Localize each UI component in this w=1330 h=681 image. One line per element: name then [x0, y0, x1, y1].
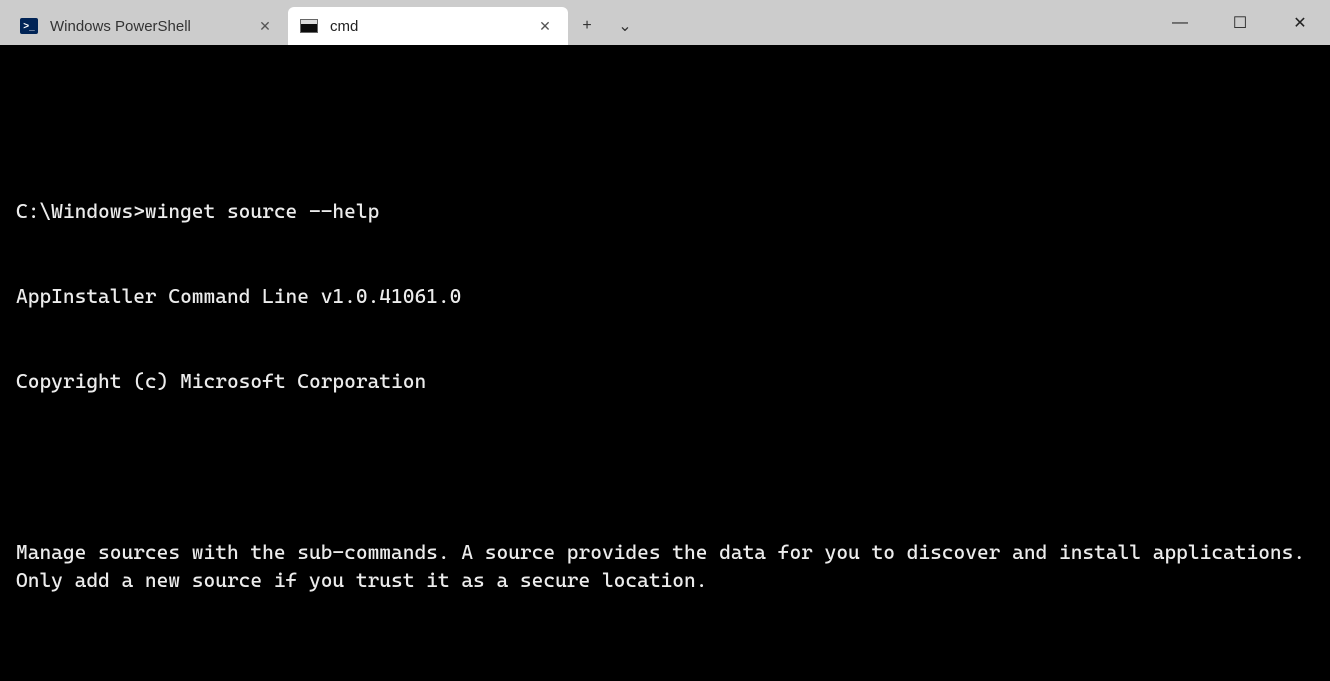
- cmd-icon: [300, 17, 318, 35]
- tab-strip: >_ Windows PowerShell ✕ cmd ✕ + ⌄: [8, 7, 644, 45]
- close-icon: ✕: [1293, 13, 1306, 33]
- output-line: Copyright (c) Microsoft Corporation: [16, 367, 1314, 395]
- close-icon[interactable]: ✕: [534, 15, 556, 37]
- tab-dropdown-button[interactable]: ⌄: [606, 7, 644, 45]
- minimize-button[interactable]: —: [1150, 0, 1210, 45]
- tab-label: Windows PowerShell: [50, 18, 242, 35]
- prompt-path: C:\Windows>: [16, 199, 145, 223]
- minimize-icon: —: [1172, 14, 1188, 32]
- window-controls: — ☐ ✕: [1150, 0, 1330, 45]
- plus-icon: +: [582, 17, 591, 35]
- tab-cmd[interactable]: cmd ✕: [288, 7, 568, 45]
- close-window-button[interactable]: ✕: [1270, 0, 1330, 45]
- titlebar: >_ Windows PowerShell ✕ cmd ✕ + ⌄ — ☐ ✕: [0, 0, 1330, 45]
- maximize-button[interactable]: ☐: [1210, 0, 1270, 45]
- output-description: Manage sources with the sub-commands. A …: [16, 538, 1314, 595]
- tab-label: cmd: [330, 18, 522, 35]
- tab-powershell[interactable]: >_ Windows PowerShell ✕: [8, 7, 288, 45]
- prompt-line: C:\Windows>winget source --help: [16, 197, 1314, 225]
- powershell-icon: >_: [20, 17, 38, 35]
- entered-command: winget source --help: [145, 199, 379, 223]
- chevron-down-icon: ⌄: [618, 16, 631, 36]
- new-tab-button[interactable]: +: [568, 7, 606, 45]
- maximize-icon: ☐: [1233, 13, 1247, 33]
- close-icon[interactable]: ✕: [254, 15, 276, 37]
- terminal-output[interactable]: C:\Windows>winget source --help AppInsta…: [0, 45, 1330, 681]
- output-line: AppInstaller Command Line v1.0.41061.0: [16, 282, 1314, 310]
